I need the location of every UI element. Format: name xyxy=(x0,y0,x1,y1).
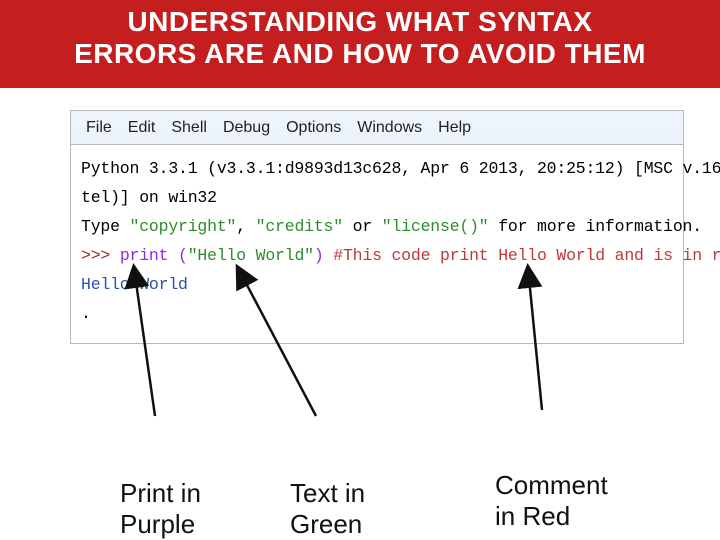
slide-title: UNDERSTANDING WHAT SYNTAX ERRORS ARE AND… xyxy=(10,6,710,70)
shell-line6: . xyxy=(81,300,673,329)
menu-file[interactable]: File xyxy=(79,117,119,139)
menubar: File Edit Shell Debug Options Windows He… xyxy=(71,111,683,145)
l3-e: or xyxy=(343,217,382,236)
shell-line4: >>> print ("Hello World") #This code pri… xyxy=(81,242,673,271)
shell-line5: Hello World xyxy=(81,271,673,300)
shell-line3: Type "copyright", "credits" or "license(… xyxy=(81,213,673,242)
shell-line1: Python 3.3.1 (v3.3.1:d9893d13c628, Apr 6… xyxy=(81,155,673,184)
co-comment-l1: Comment xyxy=(495,470,608,500)
callout-text: Text in Green xyxy=(290,478,365,540)
menu-debug[interactable]: Debug xyxy=(216,117,277,139)
paren-close: ) xyxy=(314,246,324,265)
callout-comment: Comment in Red xyxy=(495,470,608,532)
print-kw: print xyxy=(120,246,169,265)
output: Hello World xyxy=(81,275,188,294)
slide-title-bar: UNDERSTANDING WHAT SYNTAX ERRORS ARE AND… xyxy=(0,0,720,88)
menu-edit[interactable]: Edit xyxy=(121,117,163,139)
l3-f: "license()" xyxy=(382,217,489,236)
l3-g: for more information. xyxy=(489,217,702,236)
shell-line2: tel)] on win32 xyxy=(81,184,673,213)
l3-b: "copyright" xyxy=(130,217,237,236)
paren-open: ( xyxy=(178,246,188,265)
co-print-l1: Print in xyxy=(120,478,201,508)
l3-d: "credits" xyxy=(256,217,343,236)
title-line2: ERRORS ARE AND HOW TO AVOID THEM xyxy=(74,38,646,69)
callout-print: Print in Purple xyxy=(120,478,201,540)
shell-output: Python 3.3.1 (v3.3.1:d9893d13c628, Apr 6… xyxy=(71,145,683,342)
idle-shell-window: File Edit Shell Debug Options Windows He… xyxy=(70,110,684,343)
menu-help[interactable]: Help xyxy=(431,117,478,139)
title-line1: UNDERSTANDING WHAT SYNTAX xyxy=(127,6,592,37)
l3-a: Type xyxy=(81,217,130,236)
print-space xyxy=(168,246,178,265)
co-comment-l2: in Red xyxy=(495,501,570,531)
co-text-l2: Green xyxy=(290,509,362,539)
menu-windows[interactable]: Windows xyxy=(350,117,429,139)
prompt: >>> xyxy=(81,246,120,265)
co-print-l2: Purple xyxy=(120,509,195,539)
comment: #This code print Hello World and is in r… xyxy=(324,246,720,265)
co-text-l1: Text in xyxy=(290,478,365,508)
hello-string: "Hello World" xyxy=(188,246,314,265)
menu-shell[interactable]: Shell xyxy=(164,117,214,139)
shell-container: File Edit Shell Debug Options Windows He… xyxy=(0,88,720,343)
menu-options[interactable]: Options xyxy=(279,117,348,139)
l3-c: , xyxy=(236,217,255,236)
